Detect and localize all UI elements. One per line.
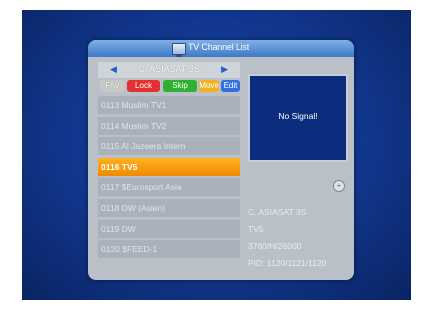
channel-label: 0119 DW [101, 223, 136, 234]
channel-label: 0116 TV5 [101, 161, 138, 172]
right-arrow-icon[interactable]: ▶ [221, 64, 228, 75]
channel-row[interactable]: 0118 DW (Asien) [98, 198, 240, 217]
info-transponder: 3760/H/26000 [248, 241, 302, 251]
move-button[interactable]: Move [199, 80, 219, 92]
channel-row-selected[interactable]: 0116 TV5 [98, 157, 240, 176]
channel-row[interactable]: 0117 $Eurosport Asia [98, 178, 240, 197]
info-satellite: C. ASIASAT 3S [248, 207, 307, 217]
signal-status: No Signal! [278, 111, 318, 121]
channel-row[interactable]: 0115 Al Jazeera Intern [98, 137, 240, 156]
channel-list: 0113 Muslim TV1 0114 Muslim TV2 0115 Al … [98, 96, 240, 259]
channel-label: 0120 $FEED-1 [101, 244, 158, 255]
channel-label: 0114 Muslim TV2 [101, 120, 167, 131]
info-icon: + [333, 180, 345, 192]
tv-icon [172, 43, 186, 57]
window-title: TV Channel List [188, 42, 250, 52]
info-channel: TV5 [248, 224, 264, 234]
fav-button[interactable]: FAV [100, 80, 125, 92]
function-buttons: FAV Lock Skip Move Edit [98, 80, 240, 93]
channel-row[interactable]: 0114 Muslim TV2 [98, 116, 240, 135]
channel-row[interactable]: 0119 DW [98, 219, 240, 238]
tv-screen: TV Channel List ◀ C. ASIASAT 3S ▶ FAV Lo… [22, 10, 411, 300]
channel-row[interactable]: 0120 $FEED-1 [98, 240, 240, 259]
channel-info: C. ASIASAT 3S TV5 3760/H/26000 PID: 1120… [248, 204, 326, 272]
satellite-selector[interactable]: ◀ C. ASIASAT 3S ▶ [98, 62, 240, 78]
channel-label: 0117 $Eurosport Asia [101, 182, 182, 193]
skip-button[interactable]: Skip [163, 80, 197, 92]
preview-window: No Signal! [248, 74, 348, 162]
edit-button[interactable]: Edit [221, 80, 240, 92]
channel-label: 0113 Muslim TV1 [101, 100, 167, 110]
channel-row[interactable]: 0113 Muslim TV1 [98, 96, 240, 114]
satellite-name: C. ASIASAT 3S [138, 64, 200, 74]
channel-panel: ◀ C. ASIASAT 3S ▶ FAV Lock Skip Move Edi… [98, 62, 240, 261]
info-pid: PID: 1120/1121/1120 [248, 258, 327, 268]
title-bar: TV Channel List [88, 40, 354, 57]
channel-label: 0118 DW (Asien) [101, 202, 166, 213]
lock-button[interactable]: Lock [127, 80, 160, 92]
channel-list-window: TV Channel List ◀ C. ASIASAT 3S ▶ FAV Lo… [88, 40, 354, 280]
channel-label: 0115 Al Jazeera Intern [101, 141, 186, 152]
